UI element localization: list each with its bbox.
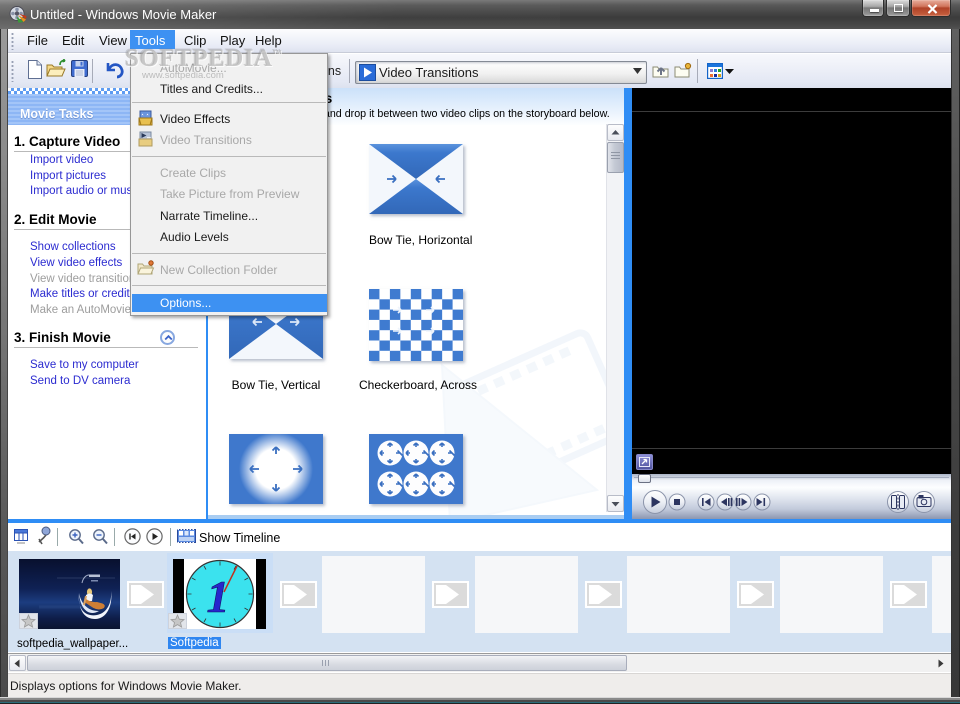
svg-text:1: 1 <box>207 571 230 622</box>
